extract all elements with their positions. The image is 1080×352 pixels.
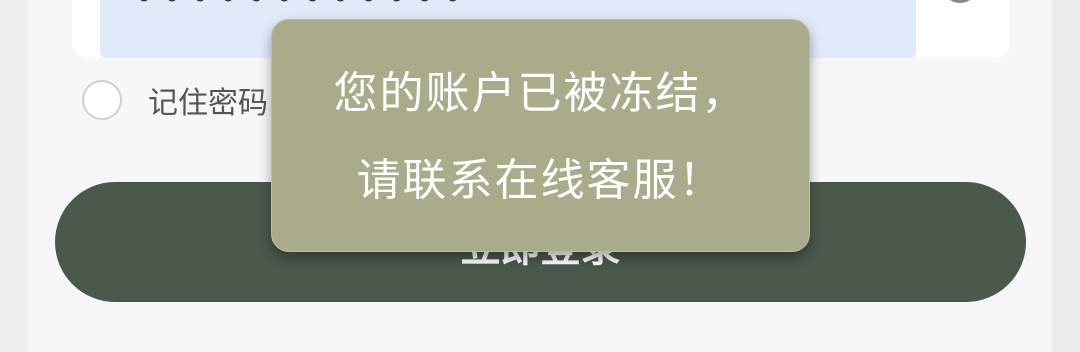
remember-password-label: 记住密码: [148, 86, 268, 121]
password-mask: ••••••••••••: [134, 0, 471, 18]
eye-icon[interactable]: [938, 0, 982, 10]
toast-message-line-2: 请联系在线客服！: [356, 155, 725, 206]
right-edge-strip: [1052, 0, 1080, 352]
toast-message-line-1: 您的账户已被冻结，: [333, 68, 748, 119]
remember-password-row[interactable]: 记住密码: [82, 78, 268, 122]
account-frozen-toast: 您的账户已被冻结， 请联系在线客服！: [271, 19, 810, 252]
remember-password-radio[interactable]: [82, 80, 122, 120]
